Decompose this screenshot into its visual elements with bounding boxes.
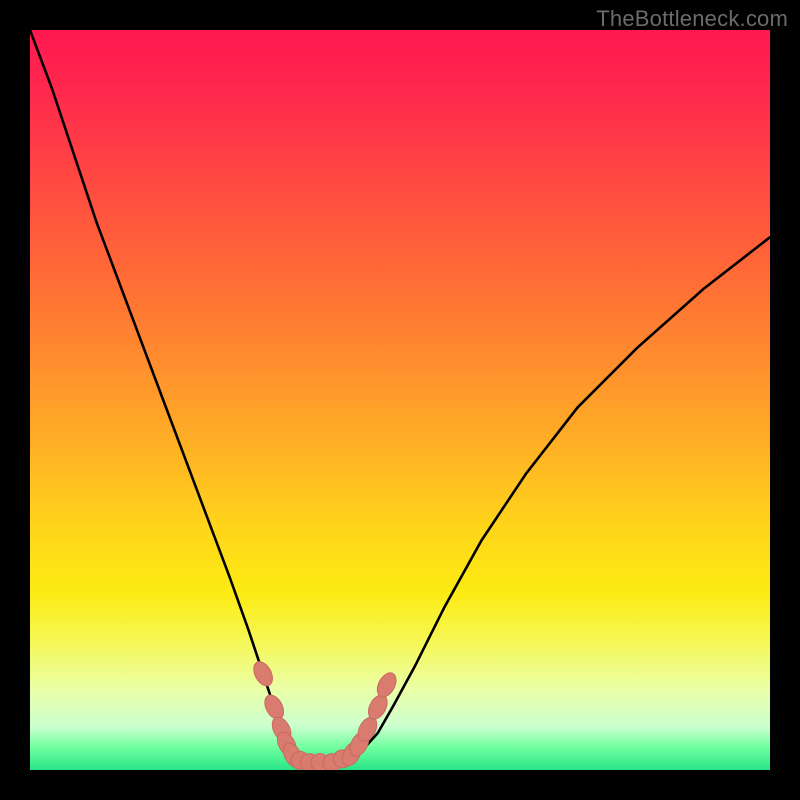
watermark-text: TheBottleneck.com bbox=[596, 6, 788, 32]
chart-frame: TheBottleneck.com bbox=[0, 0, 800, 800]
curve-marker bbox=[374, 670, 400, 700]
chart-overlay bbox=[30, 30, 770, 770]
curve-markers bbox=[250, 659, 400, 770]
bottleneck-curve bbox=[30, 30, 770, 763]
curve-marker bbox=[250, 659, 276, 689]
plot-area bbox=[30, 30, 770, 770]
curve-marker bbox=[261, 692, 287, 722]
